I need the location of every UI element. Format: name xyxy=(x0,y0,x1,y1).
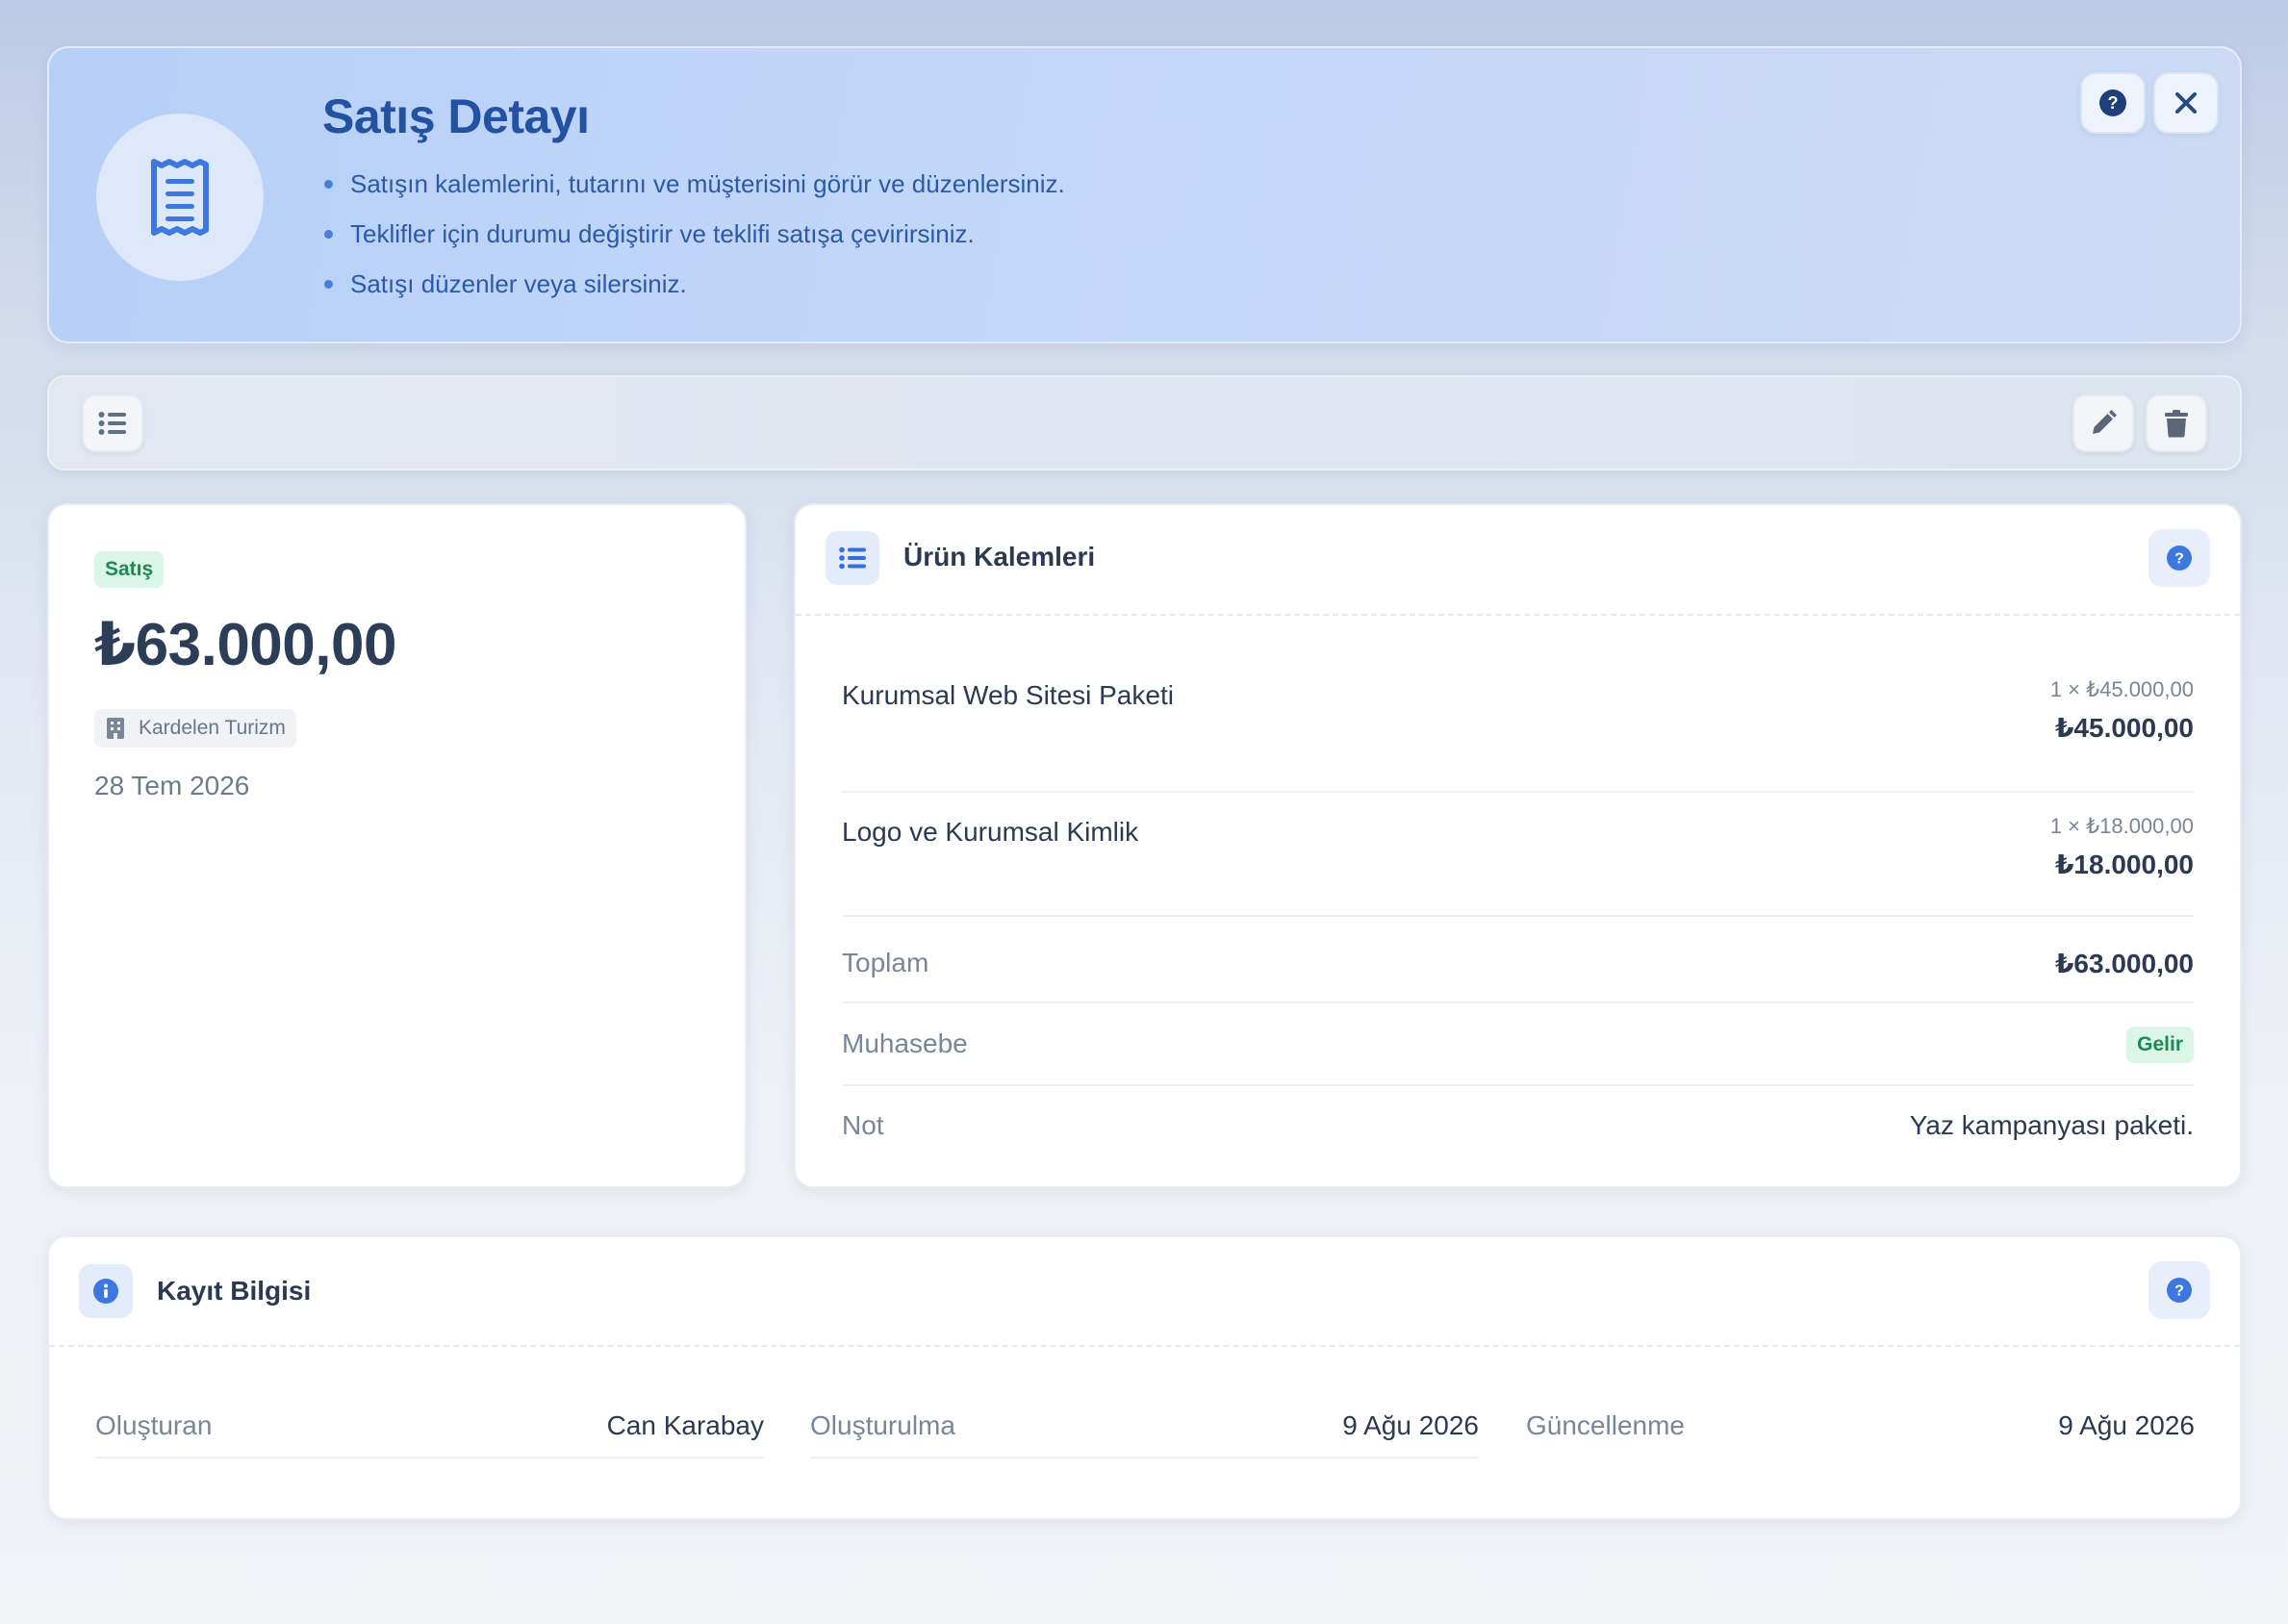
header-bullet: Teklifler için durumu değiştirir ve tekl… xyxy=(322,219,1065,269)
question-circle-icon: ? xyxy=(2099,89,2126,116)
building-icon xyxy=(107,718,124,739)
question-circle-icon: ? xyxy=(2167,1278,2192,1303)
close-button[interactable] xyxy=(2153,72,2219,134)
help-button[interactable]: ? xyxy=(2148,529,2210,587)
card-title: Kayıt Bilgisi xyxy=(157,1276,312,1306)
header-bullet: Satışı düzenler veya silersiniz. xyxy=(322,269,1065,319)
question-circle-icon: ? xyxy=(2167,546,2192,571)
delete-button[interactable] xyxy=(2146,394,2207,452)
svg-text:?: ? xyxy=(2174,1283,2184,1300)
note-value: Yaz kampanyası paketi. xyxy=(1909,1110,2194,1140)
field-value: 9 Ağu 2026 xyxy=(1342,1410,1479,1440)
accounting-row: Muhasebe Gelir xyxy=(842,1003,2194,1086)
item-subtotal: ₺45.000,00 xyxy=(2054,713,2194,743)
close-icon xyxy=(2175,92,2197,114)
trash-icon xyxy=(2165,410,2188,438)
customer-chip[interactable]: Kardelen Turizm xyxy=(94,709,296,748)
edit-button[interactable] xyxy=(2072,394,2134,452)
item-quantity: 1 × ₺45.000,00 xyxy=(2049,677,2194,701)
sale-amount: ₺63.000,00 xyxy=(94,612,396,678)
info-icon xyxy=(79,1264,133,1318)
card-title: Ürün Kalemleri xyxy=(903,542,1096,571)
field-label: Oluşturulma xyxy=(810,1410,955,1440)
svg-text:?: ? xyxy=(2174,551,2184,568)
page-title: Satış Detayı xyxy=(322,89,590,143)
card-header: Kayıt Bilgisi ? xyxy=(49,1237,2240,1347)
created-by-field: Oluşturan Can Karabay xyxy=(95,1410,764,1459)
svg-text:?: ? xyxy=(2108,93,2119,113)
item-row[interactable]: Kurumsal Web Sitesi Paketi 1 × ₺45.000,0… xyxy=(842,667,2194,793)
card-header: Ürün Kalemleri ? xyxy=(796,505,2240,616)
product-items-card: Ürün Kalemleri ? Kurumsal Web Sitesi Pak… xyxy=(794,503,2242,1188)
page-header: Satış Detayı Satışın kalemlerini, tutarı… xyxy=(47,46,2242,343)
field-label: Oluşturan xyxy=(95,1410,213,1440)
sale-date: 28 Tem 2026 xyxy=(94,771,250,800)
sale-type-badge: Satış xyxy=(94,551,165,588)
field-value: Can Karabay xyxy=(606,1410,764,1440)
item-name: Kurumsal Web Sitesi Paketi xyxy=(842,680,1174,710)
item-quantity: 1 × ₺18.000,00 xyxy=(2049,814,2194,838)
list-view-button[interactable] xyxy=(82,394,143,452)
item-row[interactable]: Logo ve Kurumsal Kimlik 1 × ₺18.000,00 ₺… xyxy=(842,793,2194,917)
list-icon xyxy=(826,531,879,585)
help-button[interactable]: ? xyxy=(2148,1261,2210,1319)
total-label: Toplam xyxy=(842,948,929,977)
total-value: ₺63.000,00 xyxy=(2054,949,2194,978)
action-toolbar xyxy=(47,375,2242,470)
total-row: Toplam ₺63.000,00 xyxy=(842,917,2194,1003)
record-info-card: Kayıt Bilgisi ? Oluşturan Can Karabay Ol… xyxy=(47,1235,2242,1520)
header-description-list: Satışın kalemlerini, tutarını ve müşteri… xyxy=(322,169,1065,319)
receipt-icon xyxy=(96,114,264,281)
header-bullet: Satışın kalemlerini, tutarını ve müşteri… xyxy=(322,169,1065,219)
note-row: Not Yaz kampanyası paketi. xyxy=(842,1086,2194,1169)
accounting-label: Muhasebe xyxy=(842,1028,968,1058)
sale-summary-card: Satış ₺63.000,00 Kardelen Turizm 28 Tem … xyxy=(47,503,747,1188)
created-at-field: Oluşturulma 9 Ağu 2026 xyxy=(810,1410,1479,1459)
customer-name: Kardelen Turizm xyxy=(139,717,286,739)
field-value: 9 Ağu 2026 xyxy=(2058,1410,2195,1440)
pencil-icon xyxy=(2093,410,2117,434)
list-icon xyxy=(98,412,126,435)
item-subtotal: ₺18.000,00 xyxy=(2054,850,2194,879)
field-label: Güncellenme xyxy=(1526,1410,1685,1440)
updated-at-field: Güncellenme 9 Ağu 2026 xyxy=(1526,1410,2195,1459)
help-button[interactable]: ? xyxy=(2080,72,2146,134)
note-label: Not xyxy=(842,1110,884,1140)
accounting-badge: Gelir xyxy=(2126,1027,2194,1063)
item-name: Logo ve Kurumsal Kimlik xyxy=(842,817,1139,847)
